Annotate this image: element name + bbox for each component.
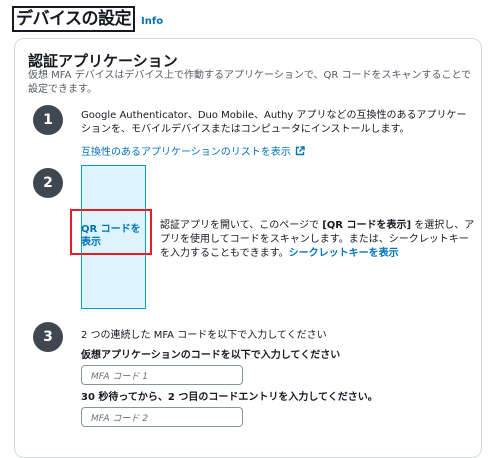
compatible-apps-link-label: 互換性のあるアプリケーションのリストを表示 [81,147,291,158]
step-2-text-a: 認証アプリを開いて、このページで [160,220,323,231]
page-title: デバイスの設定 [12,6,135,32]
step-2-text-bold: [QR コードを表示] [322,220,412,231]
external-link-icon [295,145,305,155]
step-3-badge: 3 [33,322,63,352]
step-2-badge: 2 [33,168,63,198]
card-description: 仮想 MFA デバイスはデバイス上で作動するアプリケーションで、QR コードをス… [28,70,472,95]
step-1-badge: 1 [33,105,63,135]
mfa-code-2-input[interactable]: MFA コード 2 [81,407,243,427]
step-1-text: Google Authenticator、Duo Mobile、Authy アプ… [81,110,467,135]
step-2-text: 認証アプリを開いて、このページで [QR コードを表示] を選択し、アプリを使用… [160,219,478,261]
card-title: 認証アプリケーション [28,52,178,70]
step-3-intro: 2 つの連続した MFA コードを以下で入力してください [81,330,327,341]
page-header: デバイスの設定 Info [12,6,163,32]
show-qr-code-link[interactable]: QR コードを表示 [81,223,145,249]
mfa-code-2-label: 30 秒待ってから、2 つ目のコードエントリを入力してください。 [81,392,378,403]
info-link[interactable]: Info [141,16,163,27]
mfa-code-1-label: 仮想アプリケーションのコードを以下で入力してください [81,350,341,361]
compatible-apps-link[interactable]: 互換性のあるアプリケーションのリストを表示 [81,143,305,158]
authenticator-app-card: 認証アプリケーション 仮想 MFA デバイスはデバイス上で作動するアプリケーショ… [14,38,482,458]
show-secret-key-link[interactable]: シークレットキーを表示 [289,248,399,259]
mfa-code-1-input[interactable]: MFA コード 1 [81,365,243,385]
